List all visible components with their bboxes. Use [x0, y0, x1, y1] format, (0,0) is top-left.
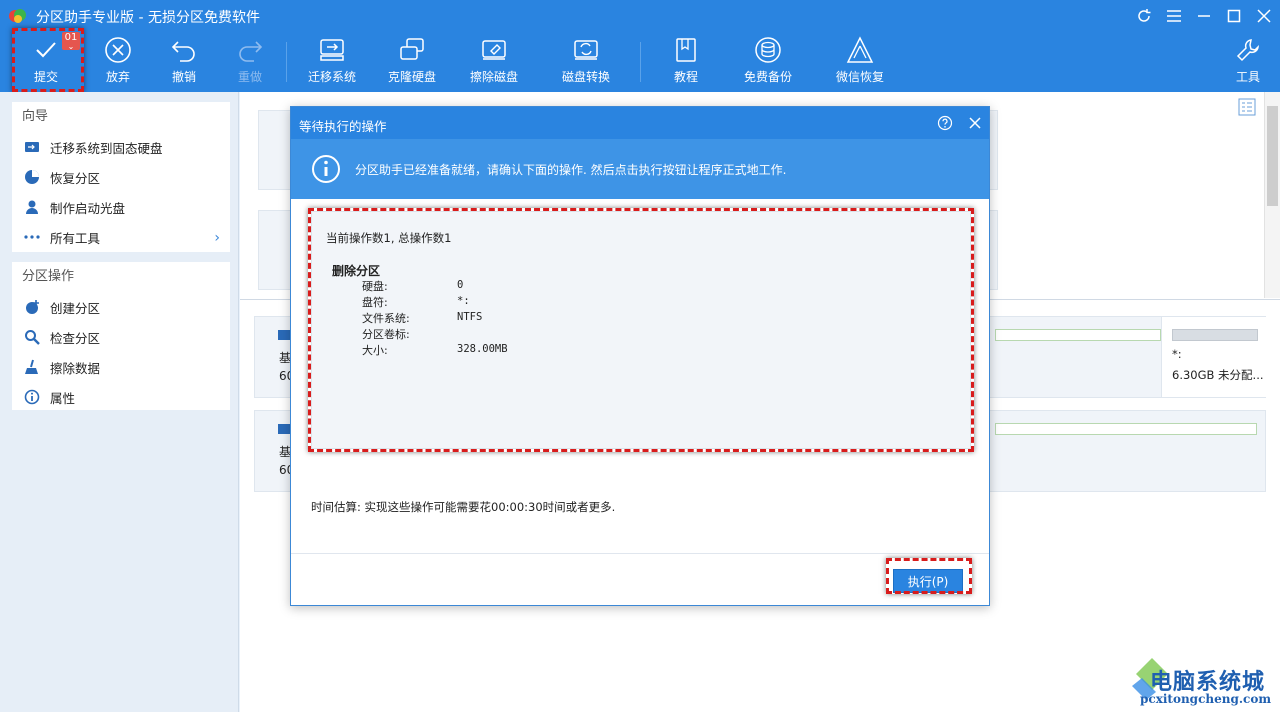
info-circle-icon: [312, 155, 340, 183]
sidebar-item-properties[interactable]: 属性: [12, 382, 230, 412]
info-banner: 分区助手已经准备就绪，请确认下面的操作. 然后点击执行按钮让程序正式地工作.: [291, 139, 989, 199]
operations-highlight-box: [308, 208, 974, 452]
toolbar-divider: [640, 42, 641, 82]
unallocated-bar: [1172, 329, 1258, 341]
free-backup-button[interactable]: 免费备份: [744, 32, 792, 92]
partition-bar[interactable]: [995, 423, 1257, 435]
undo-button[interactable]: 撤销: [164, 32, 204, 92]
wizard-panel: 向导 迁移系统到固态硬盘 恢复分区 制作启动光盘 所有工具 ›: [12, 102, 230, 252]
wizard-panel-title: 向导: [22, 109, 49, 124]
magnifier-icon: [24, 329, 40, 345]
title-bar: 分区助手专业版 - 无损分区免费软件: [0, 0, 1280, 32]
wipe-disk-icon: [474, 32, 514, 68]
tools-button[interactable]: 工具: [1228, 32, 1268, 92]
dialog-close-icon[interactable]: [965, 113, 985, 133]
tutorial-button[interactable]: 教程: [666, 32, 706, 92]
redo-button[interactable]: 重做: [230, 32, 270, 92]
undo-icon: [164, 32, 204, 68]
disk-icon: [278, 330, 290, 340]
toolbar: 提交 01 ⌄ 放弃 撤销 重做 迁移系统 克隆硬盘 擦除磁盘 磁盘转换 教程 …: [0, 32, 1280, 92]
vertical-scrollbar[interactable]: [1264, 92, 1280, 298]
create-partition-icon: [24, 299, 40, 315]
left-sidebar: 向导 迁移系统到固态硬盘 恢复分区 制作启动光盘 所有工具 › 分区操作 创建分…: [0, 92, 239, 712]
maximize-icon[interactable]: [1224, 6, 1244, 26]
close-icon[interactable]: [1254, 6, 1274, 26]
info-icon: [24, 389, 40, 405]
minimize-icon[interactable]: [1194, 6, 1214, 26]
time-estimate: 时间估算: 实现这些操作可能需要花00:00:30时间或者更多.: [311, 500, 616, 514]
refresh-icon[interactable]: [1134, 6, 1154, 26]
view-toggle-icon[interactable]: [1238, 98, 1256, 116]
help-icon[interactable]: [935, 113, 955, 133]
disk-convert-icon: [566, 32, 606, 68]
clone-disk-icon: [392, 32, 432, 68]
ssd-icon: [24, 139, 40, 155]
redo-icon: [230, 32, 270, 68]
wipe-disk-button[interactable]: 擦除磁盘: [470, 32, 518, 92]
sidebar-item-migrate-ssd[interactable]: 迁移系统到固态硬盘: [12, 132, 230, 162]
migrate-system-button[interactable]: 迁移系统: [308, 32, 356, 92]
backup-database-icon: [748, 32, 788, 68]
unallocated-letter: *:: [1172, 347, 1182, 361]
partition-ops-title: 分区操作: [22, 269, 75, 284]
disk-icon: [278, 424, 290, 434]
app-logo-icon: [9, 9, 26, 23]
unallocated-partition[interactable]: *: 6.30GB 未分配...: [1161, 317, 1267, 397]
sidebar-item-boot-disc[interactable]: 制作启动光盘: [12, 192, 230, 222]
book-icon: [666, 32, 706, 68]
wrench-icon: [1228, 32, 1268, 68]
cancel-circle-icon: [98, 32, 138, 68]
toolbar-divider: [286, 42, 287, 82]
sidebar-item-all-tools[interactable]: 所有工具 ›: [12, 222, 230, 252]
watermark-en: pcxitongcheng.com: [1140, 692, 1272, 706]
recovery-triangle-icon: [840, 32, 880, 68]
sidebar-item-wipe-data[interactable]: 擦除数据: [12, 352, 230, 382]
scrollbar-thumb[interactable]: [1267, 106, 1278, 206]
clone-disk-button[interactable]: 克隆硬盘: [388, 32, 436, 92]
partition-bar[interactable]: [995, 329, 1161, 341]
more-dots-icon: [24, 229, 40, 245]
wechat-recovery-button[interactable]: 微信恢复: [836, 32, 884, 92]
partition-ops-panel: 分区操作 创建分区 检查分区 擦除数据 属性: [12, 262, 230, 410]
dialog-header: 等待执行的操作: [291, 107, 989, 139]
execute-highlight-box: [886, 558, 972, 594]
dialog-footer: [291, 553, 989, 605]
watermark: 电脑系统城 pcxitongcheng.com: [1132, 658, 1280, 712]
commit-highlight-box: [12, 28, 84, 92]
sidebar-item-check-partition[interactable]: 检查分区: [12, 322, 230, 352]
window-title: 分区助手专业版 - 无损分区免费软件: [36, 10, 260, 26]
sidebar-item-create-partition[interactable]: 创建分区: [12, 292, 230, 322]
chevron-right-icon: ›: [214, 230, 220, 246]
info-message: 分区助手已经准备就绪，请确认下面的操作. 然后点击执行按钮让程序正式地工作.: [355, 163, 787, 177]
discard-button[interactable]: 放弃: [98, 32, 138, 92]
broom-icon: [24, 359, 40, 375]
pie-chart-icon: [24, 169, 40, 185]
dialog-title: 等待执行的操作: [299, 119, 387, 134]
user-disc-icon: [24, 199, 40, 215]
unallocated-size: 6.30GB 未分配...: [1172, 368, 1264, 382]
disk-convert-button[interactable]: 磁盘转换: [562, 32, 610, 92]
menu-icon[interactable]: [1164, 6, 1184, 26]
sidebar-item-recover-partition[interactable]: 恢复分区: [12, 162, 230, 192]
migrate-disk-icon: [312, 32, 352, 68]
